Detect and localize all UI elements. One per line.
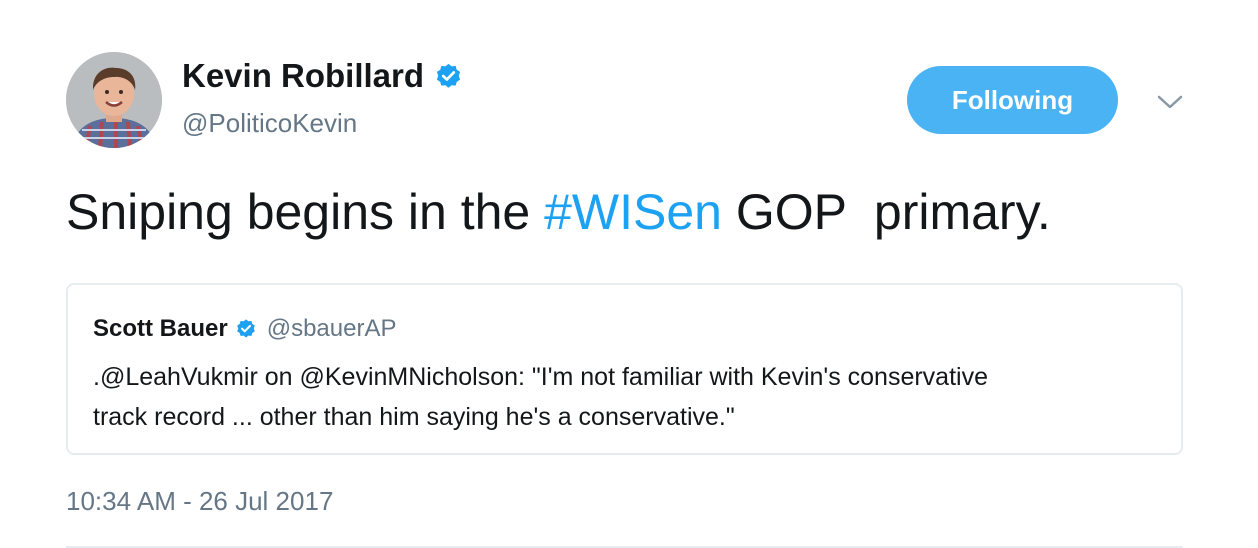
verified-badge-icon <box>236 319 255 338</box>
quoted-tweet-text-line: track record ... other than him saying h… <box>93 403 735 431</box>
tweet-text-after: GOP primary. <box>721 184 1051 240</box>
quoted-tweet-text: .@LeahVukmir on @KevinMNicholson: "I'm n… <box>93 357 1153 437</box>
quoted-tweet-text-line: .@LeahVukmir on @KevinMNicholson: "I'm n… <box>93 363 988 391</box>
tweet-text: Sniping begins in the #WISen GOP primary… <box>66 180 1051 244</box>
tweet-card: Kevin Robillard @PoliticoKevin Following… <box>0 0 1258 548</box>
quoted-author-handle: @sbauerAP <box>266 315 397 342</box>
author-display-name[interactable]: Kevin Robillard <box>182 57 424 95</box>
hashtag-link[interactable]: #WISen <box>544 184 722 240</box>
avatar[interactable] <box>66 52 162 148</box>
verified-badge-icon <box>436 63 461 88</box>
quoted-tweet-header: Scott Bauer @sbauerAP <box>93 315 396 343</box>
tweet-timestamp[interactable]: 10:34 AM - 26 Jul 2017 <box>66 486 333 517</box>
author-handle[interactable]: @PoliticoKevin <box>182 108 357 139</box>
author-display-name-row[interactable]: Kevin Robillard <box>182 57 463 95</box>
avatar-photo <box>66 52 162 148</box>
chevron-down-icon[interactable] <box>1156 92 1184 112</box>
tweet-text-before: Sniping begins in the <box>66 184 545 240</box>
quoted-author-name: Scott Bauer <box>93 315 228 342</box>
following-button[interactable]: Following <box>907 66 1118 134</box>
quoted-tweet[interactable]: Scott Bauer @sbauerAP .@LeahVukmir on @K… <box>66 283 1183 455</box>
